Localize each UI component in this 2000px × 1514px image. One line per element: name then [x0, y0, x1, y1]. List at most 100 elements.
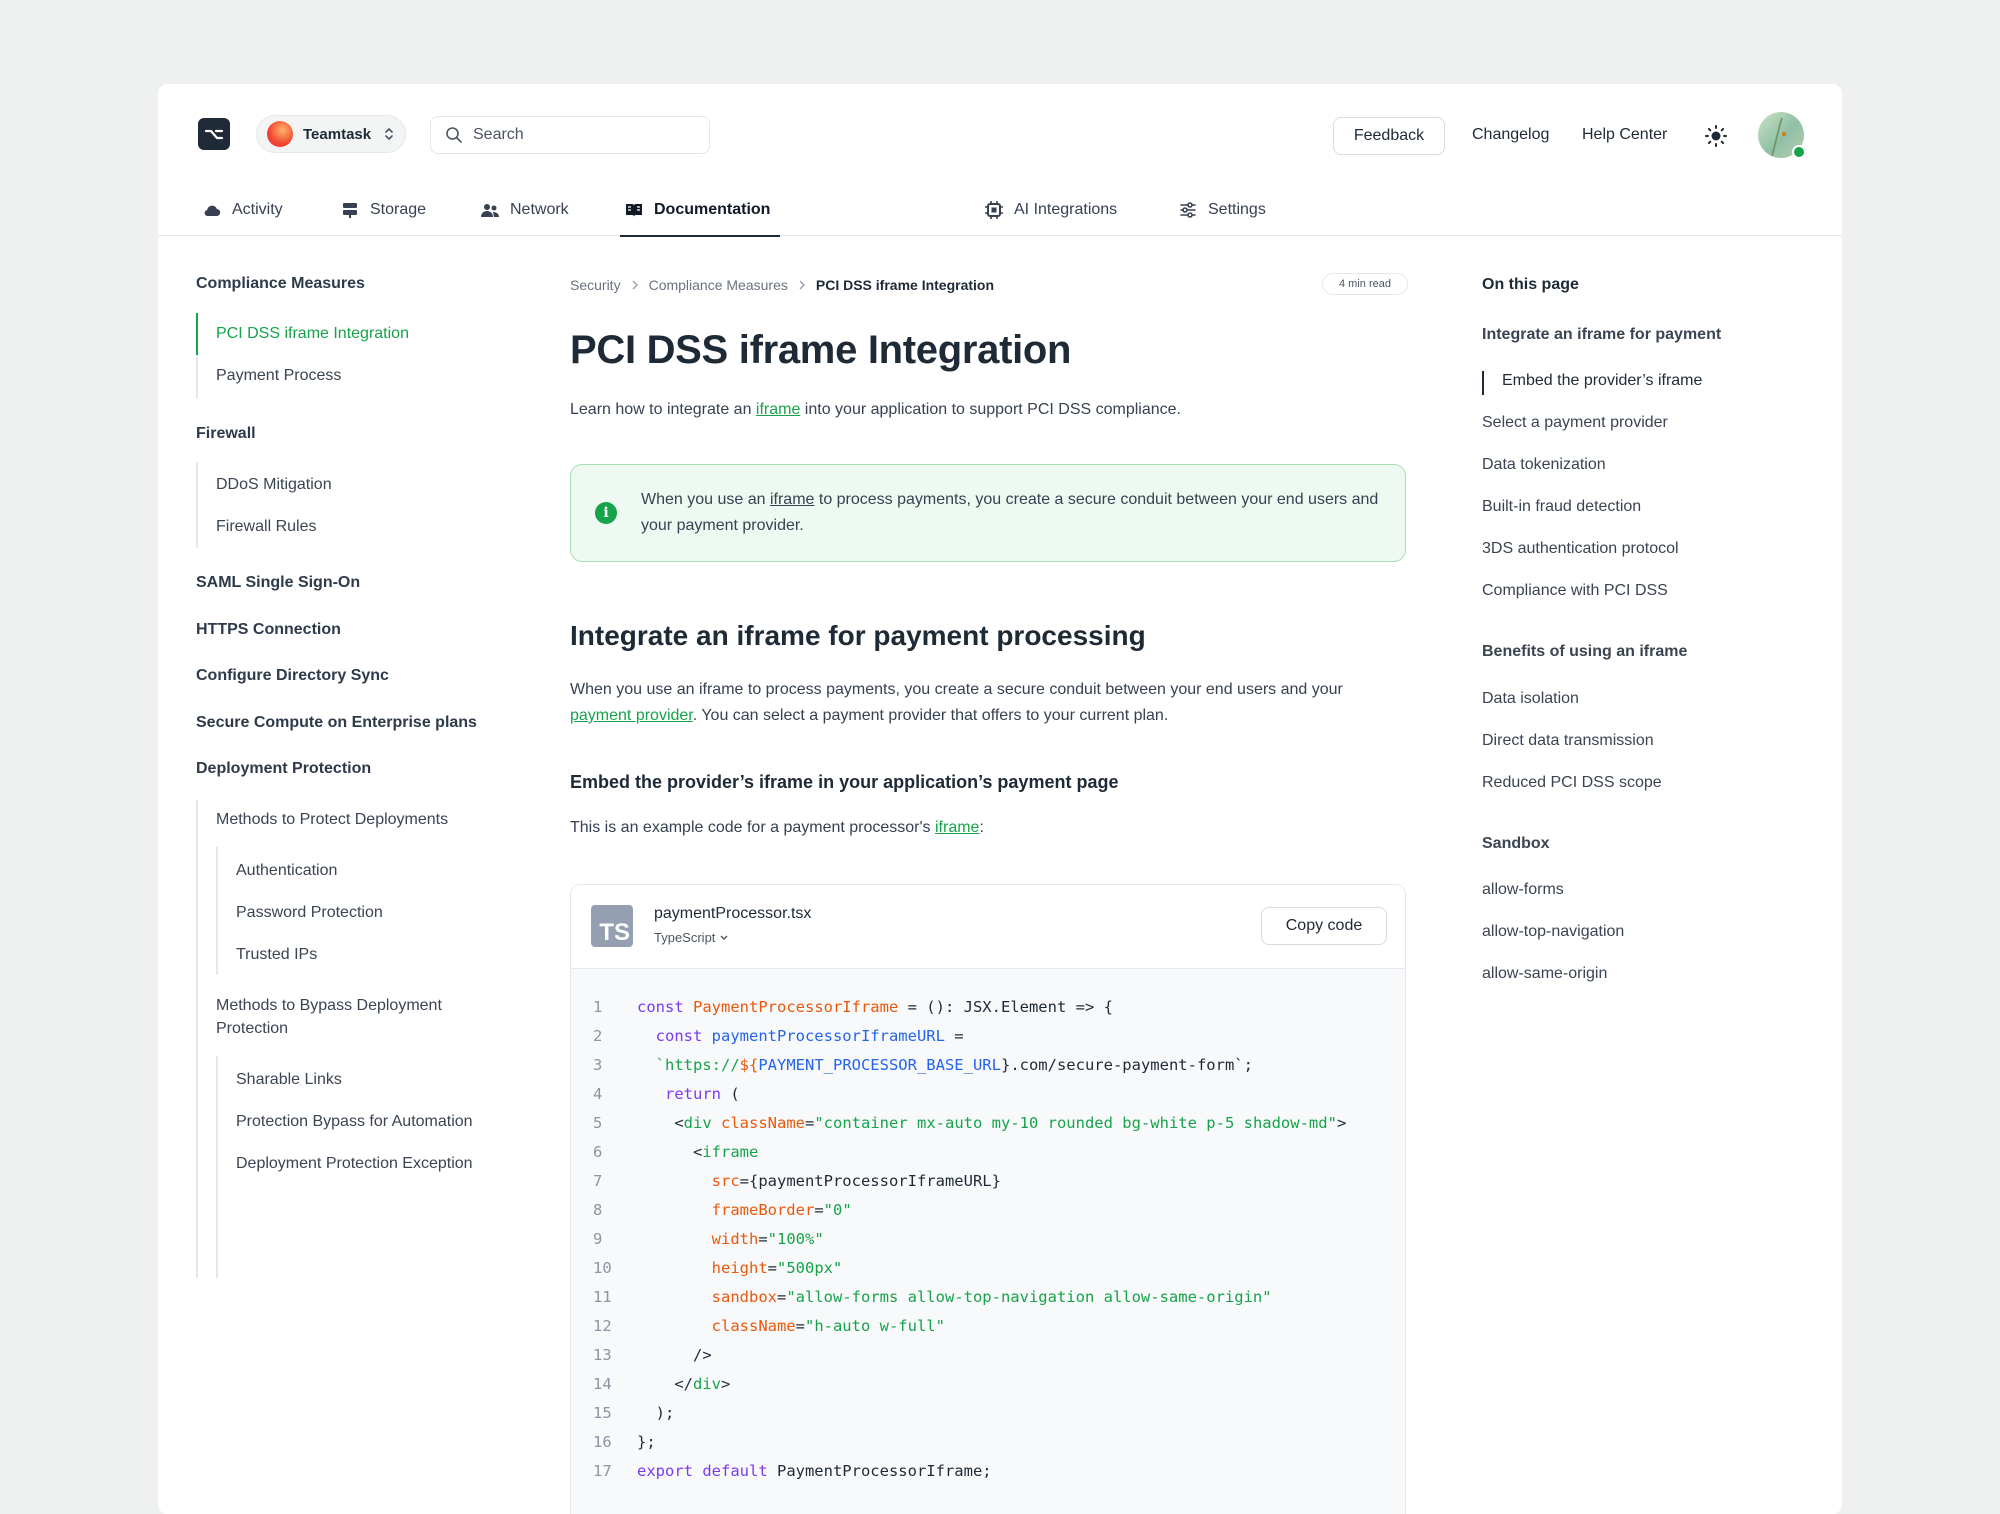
toc-section-benefits[interactable]: Benefits of using an iframe	[1482, 643, 1687, 661]
code-text: );	[637, 1399, 675, 1428]
code-line: 7 src={paymentProcessorIframeURL}	[571, 1167, 1405, 1196]
toc-section-integrate[interactable]: Integrate an iframe for payment	[1482, 326, 1721, 344]
breadcrumb-item-security[interactable]: Security	[570, 277, 621, 293]
language-selector[interactable]: TypeScript	[654, 930, 729, 945]
sidebar-item-sharable-links[interactable]: Sharable Links	[236, 1071, 342, 1089]
code-token: PaymentProcessorIframe;	[776, 1462, 992, 1480]
toc-item-direct[interactable]: Direct data transmission	[1482, 732, 1654, 750]
toc-item-compliance-pci[interactable]: Compliance with PCI DSS	[1482, 582, 1668, 600]
code-token: "allow-forms allow-top-navigation allow-…	[786, 1288, 1272, 1306]
code-text: width="100%"	[637, 1225, 824, 1254]
toc-item-allow-top[interactable]: allow-top-navigation	[1482, 923, 1624, 941]
tab-documentation[interactable]: Documentation	[619, 184, 781, 237]
feedback-button[interactable]: Feedback	[1333, 117, 1445, 155]
code-token: const	[637, 998, 693, 1016]
code-text: `https://${PAYMENT_PROCESSOR_BASE_URL}.c…	[637, 1051, 1253, 1080]
sidebar-item-methods-bypass[interactable]: Methods to Bypass Deployment	[216, 997, 442, 1015]
tab-label: AI Integrations	[1014, 201, 1118, 218]
code-token: PAYMENT_PROCESSOR_BASE_URL	[758, 1056, 1001, 1074]
sidebar-item-trusted-ips[interactable]: Trusted IPs	[236, 946, 317, 964]
line-number: 16	[593, 1433, 612, 1451]
main-nav-tabs: Activity Storage Network Documentation A…	[158, 184, 1842, 237]
code-token: =	[814, 1201, 824, 1219]
integrate-text-end: . You can select a payment provider that…	[692, 707, 1169, 724]
toc-item-allow-same[interactable]: allow-same-origin	[1482, 965, 1607, 983]
toc-item-tokenization[interactable]: Data tokenization	[1482, 456, 1606, 474]
iframe-link[interactable]: iframe	[756, 401, 800, 418]
sidebar-item-ddos[interactable]: DDoS Mitigation	[216, 476, 332, 494]
code-line: 6 <iframe	[571, 1138, 1405, 1167]
code-line: 17 export default PaymentProcessorIframe;	[571, 1457, 1405, 1486]
app-logo[interactable]	[198, 118, 230, 150]
callout-iframe-link[interactable]: iframe	[770, 491, 814, 508]
intro-text-end: into your application to support PCI DSS…	[800, 401, 1181, 418]
code-token: >	[721, 1375, 731, 1393]
tab-activity[interactable]: Activity	[202, 184, 283, 236]
payment-provider-link[interactable]: payment provider	[570, 707, 693, 724]
code-token: export default	[637, 1462, 777, 1480]
toc-item-fraud[interactable]: Built-in fraud detection	[1482, 498, 1641, 516]
line-number: 9	[593, 1230, 603, 1248]
example-iframe-link[interactable]: iframe	[935, 819, 979, 836]
tab-storage[interactable]: Storage	[340, 184, 426, 236]
sidebar-group-deployment-protection	[196, 800, 198, 1278]
theme-toggle-sun-icon[interactable]	[1704, 124, 1728, 148]
user-avatar[interactable]	[1758, 112, 1806, 159]
sidebar-item-authentication[interactable]: Authentication	[236, 862, 337, 880]
subheading-embed: Embed the provider’s iframe in your appl…	[570, 772, 1119, 792]
code-token: const	[637, 1027, 712, 1045]
sidebar-section-saml[interactable]: SAML Single Sign-On	[196, 574, 360, 592]
sidebar-item-pci-dss[interactable]: PCI DSS iframe Integration	[216, 325, 409, 343]
line-number: 7	[593, 1172, 603, 1190]
toc-item-embed[interactable]: Embed the provider’s iframe	[1502, 372, 1702, 390]
sidebar-item-methods-protect[interactable]: Methods to Protect Deployments	[216, 811, 448, 829]
breadcrumb-item-compliance[interactable]: Compliance Measures	[649, 277, 788, 293]
sidebar-section-compliance[interactable]: Compliance Measures	[196, 275, 365, 293]
sidebar-item-protection-exception[interactable]: Deployment Protection Exception	[236, 1155, 473, 1173]
code-token: =	[795, 1317, 805, 1335]
sidebar-section-secure-compute[interactable]: Secure Compute on Enterprise plans	[196, 714, 477, 732]
copy-code-button[interactable]: Copy code	[1261, 907, 1387, 945]
line-number: 3	[593, 1056, 603, 1074]
tab-settings[interactable]: Settings	[1178, 184, 1266, 236]
changelog-link[interactable]: Changelog	[1472, 126, 1549, 144]
sidebar-item-password-protection[interactable]: Password Protection	[236, 904, 383, 922]
code-token: <	[637, 1143, 703, 1161]
section-heading-integrate: Integrate an iframe for payment processi…	[570, 620, 1146, 651]
tab-network[interactable]: Network	[480, 184, 569, 236]
sidebar-item-firewall-rules[interactable]: Firewall Rules	[216, 518, 316, 536]
sidebar-section-https[interactable]: HTTPS Connection	[196, 621, 341, 639]
code-text: className="h-auto w-full"	[637, 1312, 945, 1341]
code-token: paymentProcessorIframeURL	[711, 1027, 945, 1045]
app-window: Teamtask Feedback Changelog Help Center …	[158, 84, 1842, 1514]
toc-item-isolation[interactable]: Data isolation	[1482, 690, 1579, 708]
team-switcher[interactable]: Teamtask	[256, 115, 406, 153]
code-token: "h-auto w-full"	[804, 1317, 945, 1335]
code-block: TS paymentProcessor.tsx TypeScript Copy …	[570, 884, 1406, 1514]
code-token: =	[776, 1288, 787, 1306]
sidebar-item-payment-process[interactable]: Payment Process	[216, 367, 341, 385]
code-text: export default PaymentProcessorIframe;	[637, 1457, 992, 1486]
toc-item-reduced[interactable]: Reduced PCI DSS scope	[1482, 774, 1662, 792]
line-number: 6	[593, 1143, 603, 1161]
search-box[interactable]	[430, 116, 710, 154]
sidebar-section-firewall[interactable]: Firewall	[196, 425, 256, 443]
code-token: src	[637, 1172, 740, 1190]
code-token: sandbox	[637, 1288, 777, 1306]
toc-item-allow-forms[interactable]: allow-forms	[1482, 881, 1564, 899]
toc-item-3ds[interactable]: 3DS authentication protocol	[1482, 540, 1679, 558]
code-token: ={paymentProcessorIframeURL}	[739, 1172, 1001, 1190]
intro-text: Learn how to integrate an	[570, 401, 756, 418]
code-token: =	[944, 1027, 964, 1045]
sidebar-section-deployment-protection[interactable]: Deployment Protection	[196, 760, 371, 778]
toc-item-select-provider[interactable]: Select a payment provider	[1482, 414, 1668, 432]
sidebar-section-directory-sync[interactable]: Configure Directory Sync	[196, 667, 389, 685]
tab-ai-integrations[interactable]: AI Integrations	[984, 184, 1117, 236]
sidebar-item-methods-bypass-cont[interactable]: Protection	[216, 1020, 288, 1038]
search-input[interactable]	[473, 126, 693, 144]
toc-section-sandbox[interactable]: Sandbox	[1482, 835, 1550, 853]
code-line: 16};	[571, 1428, 1405, 1457]
help-center-link[interactable]: Help Center	[1582, 126, 1667, 144]
code-line: 15 );	[571, 1399, 1405, 1428]
sidebar-item-bypass-automation[interactable]: Protection Bypass for Automation	[236, 1113, 473, 1131]
